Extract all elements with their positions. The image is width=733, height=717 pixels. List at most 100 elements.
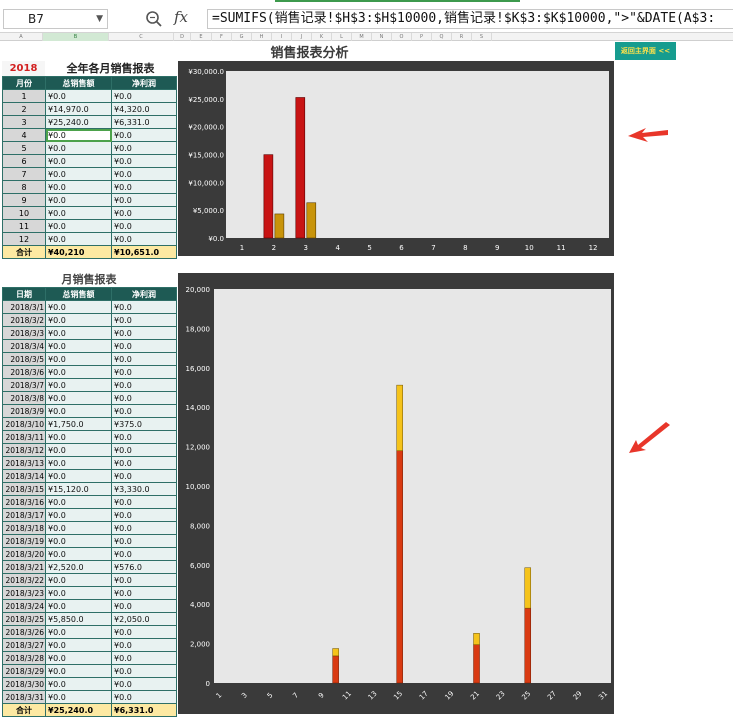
sales-cell[interactable]: ¥0.0 <box>45 300 112 314</box>
profit-cell[interactable]: ¥0.0 <box>111 365 177 379</box>
sales-cell[interactable]: ¥5,850.0 <box>45 612 112 626</box>
row-label-cell[interactable]: 2018/3/2 <box>2 313 46 327</box>
row-label-cell[interactable]: 12 <box>2 232 46 246</box>
column-header[interactable]: 月份 <box>2 76 46 90</box>
column-header-l[interactable]: L <box>332 33 352 41</box>
row-label-cell[interactable]: 4 <box>2 128 46 142</box>
column-header[interactable]: 总销售额 <box>45 76 112 90</box>
monthly-sales-chart[interactable]: 0 2,000 4,000 6,000 8,000 10,000 12,000 14,000 1… <box>178 273 614 714</box>
row-label-cell[interactable]: 11 <box>2 219 46 233</box>
profit-cell[interactable]: ¥0.0 <box>111 456 177 470</box>
column-header-r[interactable]: R <box>452 33 472 41</box>
profit-cell[interactable]: ¥0.0 <box>111 154 177 168</box>
column-header-b[interactable]: B <box>43 33 109 41</box>
sales-cell[interactable]: ¥0.0 <box>45 664 112 678</box>
sales-cell[interactable]: ¥0.0 <box>45 469 112 483</box>
zoom-icon[interactable] <box>145 10 163 28</box>
profit-cell[interactable]: ¥0.0 <box>111 141 177 155</box>
profit-cell[interactable]: ¥0.0 <box>111 404 177 418</box>
annual-sales-chart[interactable]: ¥0.0 ¥5,000.0 ¥10,000.0 ¥15,000.0 ¥20,000.0 ¥… <box>178 61 614 256</box>
profit-cell[interactable]: ¥375.0 <box>111 417 177 431</box>
profit-cell[interactable]: ¥0.0 <box>111 206 177 220</box>
column-header[interactable]: 日期 <box>2 287 46 301</box>
profit-cell[interactable]: ¥0.0 <box>111 180 177 194</box>
profit-cell[interactable]: ¥0.0 <box>111 599 177 613</box>
column-header-f[interactable]: F <box>212 33 232 41</box>
column-header-d[interactable]: D <box>174 33 191 41</box>
row-label-cell[interactable]: 2018/3/6 <box>2 365 46 379</box>
sales-cell[interactable]: ¥0.0 <box>45 521 112 535</box>
column-header-a[interactable]: A <box>0 33 43 41</box>
column-header[interactable]: 总销售额 <box>45 287 112 301</box>
row-label-cell[interactable]: 2018/3/13 <box>2 456 46 470</box>
sales-cell[interactable]: ¥0.0 <box>45 89 112 103</box>
row-label-cell[interactable]: 7 <box>2 167 46 181</box>
profit-cell[interactable]: ¥0.0 <box>111 193 177 207</box>
profit-cell[interactable]: ¥0.0 <box>111 534 177 548</box>
row-label-cell[interactable]: 2 <box>2 102 46 116</box>
profit-cell[interactable]: ¥0.0 <box>111 89 177 103</box>
sales-cell[interactable]: ¥25,240.0 <box>45 115 112 129</box>
sales-cell[interactable]: ¥0.0 <box>45 206 112 220</box>
total-cell[interactable]: ¥40,210 <box>45 245 112 259</box>
column-header-j[interactable]: J <box>292 33 312 41</box>
column-header-q[interactable]: Q <box>432 33 452 41</box>
profit-cell[interactable]: ¥0.0 <box>111 167 177 181</box>
row-label-cell[interactable]: 2018/3/26 <box>2 625 46 639</box>
column-header-c[interactable]: C <box>109 33 174 41</box>
row-label-cell[interactable]: 2018/3/24 <box>2 599 46 613</box>
sales-cell[interactable]: ¥0.0 <box>45 586 112 600</box>
column-header-k[interactable]: K <box>312 33 332 41</box>
sales-cell[interactable]: ¥2,520.0 <box>45 560 112 574</box>
sales-cell[interactable]: ¥0.0 <box>45 352 112 366</box>
sales-cell[interactable]: ¥0.0 <box>45 180 112 194</box>
row-label-cell[interactable]: 2018/3/11 <box>2 430 46 444</box>
sales-cell[interactable]: ¥0.0 <box>45 313 112 327</box>
total-cell[interactable]: ¥10,651.0 <box>111 245 177 259</box>
profit-cell[interactable]: ¥0.0 <box>111 128 177 142</box>
total-cell[interactable]: ¥25,240.0 <box>45 703 112 717</box>
sales-cell[interactable]: ¥0.0 <box>45 219 112 233</box>
sales-cell[interactable]: ¥0.0 <box>45 690 112 704</box>
fx-icon[interactable]: fx <box>174 8 188 26</box>
profit-cell[interactable]: ¥0.0 <box>111 586 177 600</box>
column-header-i[interactable]: I <box>272 33 292 41</box>
profit-cell[interactable]: ¥0.0 <box>111 339 177 353</box>
column-header-g[interactable]: G <box>232 33 252 41</box>
profit-cell[interactable]: ¥0.0 <box>111 378 177 392</box>
profit-cell[interactable]: ¥2,050.0 <box>111 612 177 626</box>
row-label-cell[interactable]: 2018/3/15 <box>2 482 46 496</box>
row-label-cell[interactable]: 2018/3/25 <box>2 612 46 626</box>
profit-cell[interactable]: ¥0.0 <box>111 651 177 665</box>
sales-cell[interactable]: ¥0.0 <box>45 443 112 457</box>
column-header-m[interactable]: M <box>352 33 372 41</box>
profit-cell[interactable]: ¥6,331.0 <box>111 115 177 129</box>
profit-cell[interactable]: ¥0.0 <box>111 232 177 246</box>
sales-cell[interactable]: ¥0.0 <box>45 141 112 155</box>
total-cell[interactable]: 合计 <box>2 703 46 717</box>
sales-cell[interactable]: ¥0.0 <box>45 339 112 353</box>
profit-cell[interactable]: ¥3,330.0 <box>111 482 177 496</box>
sales-cell[interactable]: ¥0.0 <box>45 378 112 392</box>
sales-cell[interactable]: ¥0.0 <box>45 391 112 405</box>
profit-cell[interactable]: ¥576.0 <box>111 560 177 574</box>
column-header-s[interactable]: S <box>472 33 492 41</box>
row-label-cell[interactable]: 2018/3/22 <box>2 573 46 587</box>
chevron-down-icon[interactable]: ▼ <box>96 10 103 28</box>
sales-cell[interactable]: ¥0.0 <box>45 625 112 639</box>
column-header-e[interactable]: E <box>191 33 212 41</box>
sales-cell[interactable]: ¥15,120.0 <box>45 482 112 496</box>
row-label-cell[interactable]: 5 <box>2 141 46 155</box>
row-label-cell[interactable]: 2018/3/29 <box>2 664 46 678</box>
profit-cell[interactable]: ¥0.0 <box>111 391 177 405</box>
row-label-cell[interactable]: 2018/3/4 <box>2 339 46 353</box>
sales-cell[interactable]: ¥0.0 <box>45 193 112 207</box>
column-header-p[interactable]: P <box>412 33 432 41</box>
profit-cell[interactable]: ¥0.0 <box>111 495 177 509</box>
sales-cell[interactable]: ¥0.0 <box>45 326 112 340</box>
row-label-cell[interactable]: 2018/3/18 <box>2 521 46 535</box>
row-label-cell[interactable]: 6 <box>2 154 46 168</box>
row-label-cell[interactable]: 2018/3/7 <box>2 378 46 392</box>
row-label-cell[interactable]: 3 <box>2 115 46 129</box>
row-label-cell[interactable]: 1 <box>2 89 46 103</box>
